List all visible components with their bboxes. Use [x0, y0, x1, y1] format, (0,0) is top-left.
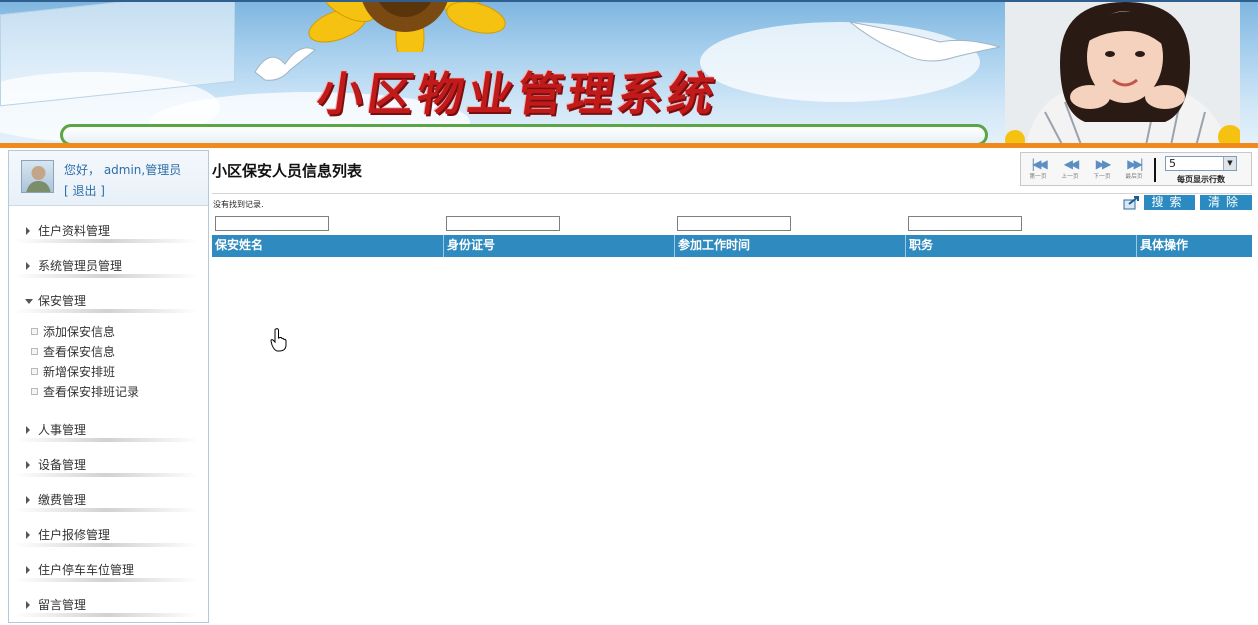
submenu-label: 添加保安信息: [43, 325, 116, 339]
hand-cursor-icon: [270, 328, 287, 352]
first-page-icon: |◀◀: [1031, 157, 1048, 171]
caret-right-icon: [26, 566, 30, 574]
filter-position-input[interactable]: [908, 216, 1022, 231]
table-header: 保安姓名 身份证号 参加工作时间 职务 具体操作: [212, 235, 1252, 257]
sidebar-item-security[interactable]: 保安管理: [9, 281, 208, 316]
bullet-square-icon: [31, 368, 38, 375]
sidebar-item-label: 设备管理: [38, 458, 87, 472]
page-size-value: 5: [1169, 157, 1176, 170]
main-content: 小区保安人员信息列表 |◀◀ 第一页 ◀◀ 上一页 ▶▶ 下一页 ▶▶| 最后页…: [209, 150, 1258, 623]
prev-page-button[interactable]: ◀◀ 上一页: [1055, 157, 1085, 180]
sidebar-item-label: 住户停车车位管理: [38, 563, 135, 577]
sidebar-item-label: 保安管理: [38, 294, 87, 308]
submenu-add-guard[interactable]: 添加保安信息: [9, 322, 208, 342]
next-page-icon: ▶▶: [1095, 157, 1111, 171]
column-header-position[interactable]: 职务: [905, 235, 1136, 257]
last-page-button[interactable]: ▶▶| 最后页: [1119, 157, 1149, 180]
last-page-icon: ▶▶|: [1127, 157, 1144, 171]
next-page-label: 下一页: [1093, 173, 1111, 180]
caret-right-icon: [26, 496, 30, 504]
submenu-add-shift[interactable]: 新增保安排班: [9, 362, 208, 382]
welcome-panel: 您好， admin,管理员 [ 退出 ]: [9, 151, 208, 206]
sidebar-item-label: 住户资料管理: [38, 224, 111, 238]
chevron-down-icon: ▼: [1223, 157, 1236, 170]
clear-button[interactable]: 清除: [1200, 195, 1252, 210]
security-submenu: 添加保安信息 查看保安信息 新增保安排班 查看保安排班记录: [9, 316, 208, 410]
banner-divider: [0, 143, 1258, 148]
sidebar-item-hr[interactable]: 人事管理: [9, 410, 208, 445]
caret-right-icon: [26, 227, 30, 235]
sidebar-item-repairs[interactable]: 住户报修管理: [9, 515, 208, 550]
export-icon[interactable]: [1123, 195, 1141, 210]
sidebar-item-messages[interactable]: 留言管理: [9, 585, 208, 620]
prev-page-icon: ◀◀: [1063, 157, 1079, 171]
caret-right-icon: [26, 461, 30, 469]
sidebar-item-label: 系统管理员管理: [38, 259, 123, 273]
sidebar-item-label: 人事管理: [38, 423, 87, 437]
sidebar-item-admins[interactable]: 系统管理员管理: [9, 246, 208, 281]
submenu-label: 查看保安排班记录: [43, 385, 140, 399]
submenu-view-shifts[interactable]: 查看保安排班记录: [9, 382, 208, 402]
caret-right-icon: [26, 601, 30, 609]
sidebar: 您好， admin,管理员 [ 退出 ] 住户资料管理 系统管理员管理 保安管理…: [8, 150, 209, 623]
dove-icon: [849, 21, 1001, 62]
column-header-actions[interactable]: 具体操作: [1136, 235, 1252, 257]
column-header-name[interactable]: 保安姓名: [212, 235, 443, 257]
greeting-text: 您好， admin,管理员: [64, 163, 182, 177]
column-header-id[interactable]: 身份证号: [443, 235, 674, 257]
banner-title: 小区物业管理系统: [313, 67, 722, 121]
caret-down-icon: [25, 299, 33, 304]
empty-state-text: 没有找到记录.: [213, 200, 264, 209]
column-header-start-date[interactable]: 参加工作时间: [674, 235, 905, 257]
sidebar-item-resident[interactable]: 住户资料管理: [9, 211, 208, 246]
sidebar-item-label: 留言管理: [38, 598, 87, 612]
submenu-view-guards[interactable]: 查看保安信息: [9, 342, 208, 362]
sidebar-menu: 住户资料管理 系统管理员管理 保安管理 添加保安信息 查看保安信息 新增保安排班: [9, 206, 208, 620]
user-avatar-icon: [26, 166, 51, 192]
avatar: [21, 160, 54, 193]
pager-divider: [1154, 158, 1156, 182]
last-page-label: 最后页: [1125, 173, 1143, 180]
filter-id-input[interactable]: [446, 216, 560, 231]
bullet-square-icon: [31, 328, 38, 335]
page-size-select[interactable]: 5 ▼: [1165, 156, 1237, 171]
caret-right-icon: [26, 531, 30, 539]
caret-right-icon: [26, 426, 30, 434]
next-page-button[interactable]: ▶▶ 下一页: [1087, 157, 1117, 180]
filter-start-date-input[interactable]: [677, 216, 791, 231]
sidebar-item-equipment[interactable]: 设备管理: [9, 445, 208, 480]
bullet-square-icon: [31, 348, 38, 355]
page-size-label: 每页显示行数: [1177, 175, 1225, 184]
caret-right-icon: [26, 262, 30, 270]
logout-link[interactable]: [ 退出 ]: [64, 182, 105, 199]
filter-name-input[interactable]: [215, 216, 329, 231]
prev-page-label: 上一页: [1061, 173, 1079, 180]
banner-portrait: [1005, 2, 1240, 148]
pagination-bar: |◀◀ 第一页 ◀◀ 上一页 ▶▶ 下一页 ▶▶| 最后页 5 ▼ 每页显示行数: [1020, 152, 1252, 186]
search-button[interactable]: 搜索: [1144, 195, 1195, 210]
sidebar-item-label: 缴费管理: [38, 493, 87, 507]
submenu-label: 新增保安排班: [43, 365, 116, 379]
bullet-square-icon: [31, 388, 38, 395]
first-page-label: 第一页: [1029, 173, 1047, 180]
dove-icon: [254, 47, 316, 81]
page-title: 小区保安人员信息列表: [212, 162, 363, 180]
sidebar-item-label: 住户报修管理: [38, 528, 111, 542]
sidebar-item-parking[interactable]: 住户停车车位管理: [9, 550, 208, 585]
submenu-label: 查看保安信息: [43, 345, 116, 359]
results-panel: 没有找到记录. 搜索 清除 保安姓名 身份证号 参加工作时间 职务 具体操作: [212, 193, 1252, 257]
header-banner: 小区物业管理系统: [0, 0, 1258, 148]
first-page-button[interactable]: |◀◀ 第一页: [1023, 157, 1053, 180]
sidebar-item-payments[interactable]: 缴费管理: [9, 480, 208, 515]
